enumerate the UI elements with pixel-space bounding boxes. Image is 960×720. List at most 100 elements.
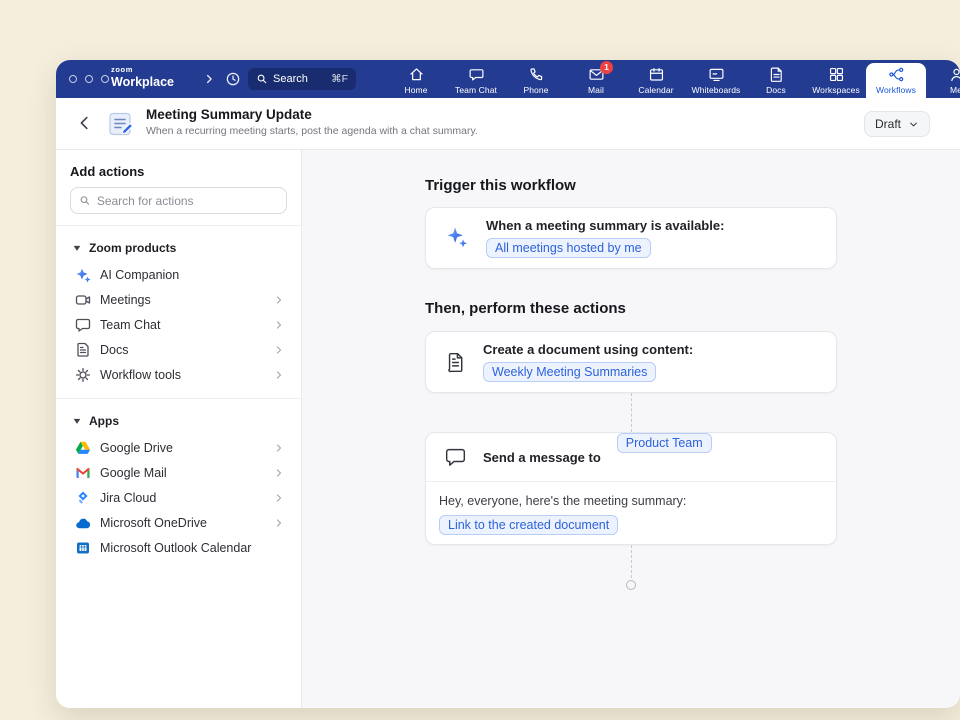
- nav-item-me[interactable]: Me: [926, 60, 960, 98]
- trigger-text: When a meeting summary is available:: [486, 218, 724, 233]
- sidebar-item-label: Team Chat: [100, 318, 160, 332]
- calendar-icon: [648, 66, 665, 83]
- sidebar-item-team-chat[interactable]: Team Chat: [70, 312, 287, 337]
- nav-item-team-chat[interactable]: Team Chat: [446, 60, 506, 98]
- chevron-right-icon[interactable]: [202, 72, 216, 86]
- nav-item-workspaces[interactable]: Workspaces: [806, 60, 866, 98]
- sidebar-heading: Add actions: [70, 164, 287, 179]
- workspaces-icon: [828, 66, 845, 83]
- workflow-end-node[interactable]: [626, 580, 636, 590]
- sidebar-item-google-drive[interactable]: Google Drive: [70, 435, 287, 460]
- sidebar-item-meetings[interactable]: Meetings: [70, 287, 287, 312]
- trigger-card[interactable]: When a meeting summary is available: All…: [425, 207, 837, 269]
- nav-item-label: Docs: [766, 85, 786, 95]
- mail-badge: 1: [600, 61, 613, 74]
- chevron-right-icon: [273, 319, 285, 331]
- sidebar-item-ai-companion[interactable]: AI Companion: [70, 262, 287, 287]
- sidebar-item-google-mail[interactable]: Google Mail: [70, 460, 287, 485]
- connector-line: [631, 545, 632, 578]
- search-icon: [256, 73, 268, 85]
- nav-item-label: Mail: [588, 85, 604, 95]
- global-search[interactable]: Search ⌘F: [248, 68, 356, 90]
- connector-line: [631, 393, 632, 432]
- nav-item-label: Me: [950, 85, 960, 95]
- nav-item-label: Whiteboards: [692, 85, 741, 95]
- workflow-header: Meeting Summary Update When a recurring …: [56, 98, 960, 150]
- sidebar-item-microsoft-onedrive[interactable]: Microsoft OneDrive: [70, 510, 287, 535]
- profile-icon: [948, 66, 960, 83]
- section-label: Apps: [89, 414, 119, 428]
- create-document-card[interactable]: Create a document using content: Weekly …: [425, 331, 837, 393]
- google-drive-icon: [75, 440, 91, 456]
- team-chat-icon: [468, 66, 485, 83]
- actions-search-input[interactable]: [97, 194, 278, 208]
- logo-workplace-text: Workplace: [111, 76, 174, 89]
- docs-icon: [768, 66, 785, 83]
- section-apps[interactable]: Apps: [70, 410, 287, 432]
- section-label: Zoom products: [89, 241, 176, 255]
- logo-zoom-text: zoom: [111, 66, 174, 74]
- sidebar-item-jira-cloud[interactable]: Jira Cloud: [70, 485, 287, 510]
- jira-cloud-icon: [75, 490, 91, 506]
- divider: [56, 398, 301, 399]
- ai-companion-icon: [75, 267, 91, 283]
- message-recipient-pill[interactable]: Product Team: [617, 433, 712, 453]
- message-link-pill[interactable]: Link to the created document: [439, 515, 618, 535]
- chat-bubble-icon: [444, 446, 467, 469]
- nav-item-whiteboards[interactable]: Whiteboards: [686, 60, 746, 98]
- gear-icon: [75, 367, 91, 383]
- status-badge: Draft: [875, 117, 901, 131]
- sidebar-item-label: Workflow tools: [100, 368, 181, 382]
- nav-item-home[interactable]: Home: [386, 60, 446, 98]
- home-icon: [408, 66, 425, 83]
- document-value-pill[interactable]: Weekly Meeting Summaries: [483, 362, 656, 382]
- sidebar-item-label: Meetings: [100, 293, 151, 307]
- chevron-right-icon: [273, 467, 285, 479]
- nav-item-label: Workspaces: [812, 85, 860, 95]
- nav-item-label: Workflows: [876, 85, 916, 95]
- sidebar-item-workflow-tools[interactable]: Workflow tools: [70, 362, 287, 387]
- section-zoom-products[interactable]: Zoom products: [70, 237, 287, 259]
- send-message-card[interactable]: Send a message to Product Team Hey, ever…: [425, 432, 837, 545]
- workflow-titles: Meeting Summary Update When a recurring …: [146, 107, 478, 137]
- chevron-down-icon: [908, 119, 919, 130]
- nav-item-mail[interactable]: 1 Mail: [566, 60, 626, 98]
- phone-icon: [528, 66, 545, 83]
- google-mail-icon: [75, 465, 91, 481]
- chevron-right-icon: [273, 517, 285, 529]
- outlook-calendar-icon: [75, 540, 91, 556]
- trigger-value-pill[interactable]: All meetings hosted by me: [486, 238, 651, 258]
- sidebar-item-label: Google Mail: [100, 466, 167, 480]
- page-title: Meeting Summary Update: [146, 107, 478, 122]
- chevron-right-icon: [273, 369, 285, 381]
- sidebar-item-label: Docs: [100, 343, 128, 357]
- nav-item-phone[interactable]: Phone: [506, 60, 566, 98]
- nav-item-workflows[interactable]: Workflows: [866, 63, 926, 98]
- draft-status-dropdown[interactable]: Draft: [864, 111, 930, 137]
- search-icon: [79, 194, 91, 207]
- actions-search[interactable]: [70, 187, 287, 214]
- chevron-right-icon: [273, 492, 285, 504]
- back-icon[interactable]: [76, 114, 94, 132]
- history-icon[interactable]: [224, 70, 242, 88]
- sidebar-item-microsoft-outlook-calendar[interactable]: Microsoft Outlook Calendar: [70, 535, 287, 560]
- sidebar-item-docs[interactable]: Docs: [70, 337, 287, 362]
- sidebar-item-label: Jira Cloud: [100, 491, 156, 505]
- chevron-right-icon: [273, 294, 285, 306]
- ai-sparkle-icon: [444, 225, 470, 251]
- action-text: Send a message to: [483, 450, 601, 465]
- caret-down-icon: [72, 243, 82, 253]
- actions-heading: Then, perform these actions: [425, 300, 626, 317]
- app-window: zoom Workplace Search ⌘F Home Team Chat …: [56, 60, 960, 708]
- workflows-icon: [888, 66, 905, 83]
- nav-item-calendar[interactable]: Calendar: [626, 60, 686, 98]
- sidebar-item-label: AI Companion: [100, 268, 179, 282]
- search-label: Search: [273, 73, 308, 85]
- meetings-icon: [75, 292, 91, 308]
- onedrive-icon: [75, 515, 91, 531]
- docs-icon: [75, 342, 91, 358]
- zoom-workplace-logo: zoom Workplace: [111, 66, 174, 88]
- window-controls[interactable]: [69, 75, 109, 83]
- sidebar-item-label: Microsoft Outlook Calendar: [100, 541, 251, 555]
- nav-item-docs[interactable]: Docs: [746, 60, 806, 98]
